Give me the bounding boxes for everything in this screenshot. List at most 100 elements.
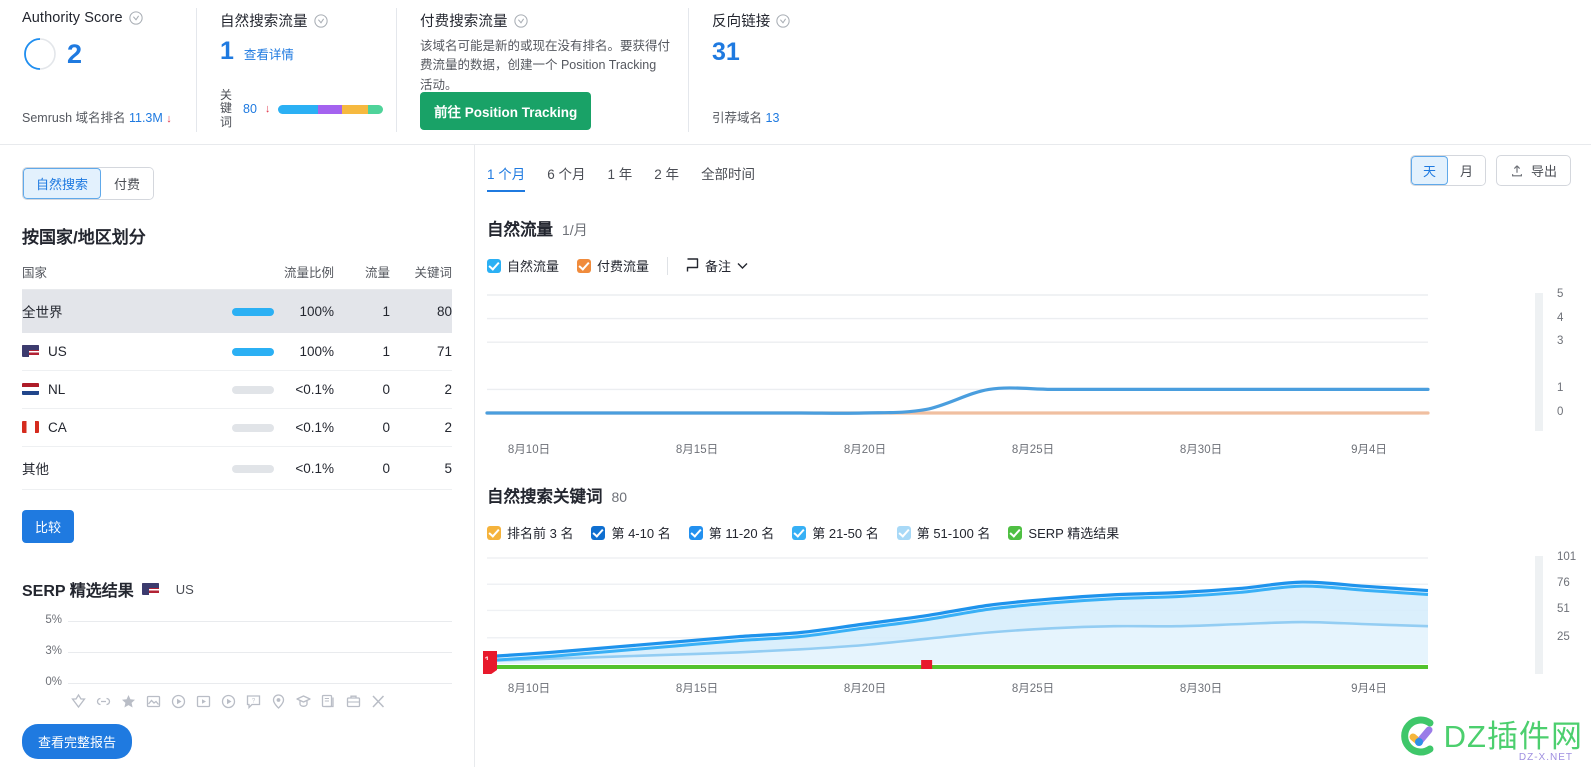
featured-video-icon[interactable] bbox=[220, 693, 237, 710]
legend-label: 第 4-10 名 bbox=[611, 526, 671, 541]
semrush-rank-value: 11.3M bbox=[128, 111, 163, 125]
country-name: NL bbox=[48, 382, 66, 397]
cell-traffic[interactable]: 0 bbox=[334, 408, 390, 447]
organic-traffic-details-link[interactable]: 查看详情 bbox=[244, 44, 294, 63]
period-tab-2[interactable]: 1 年 bbox=[608, 163, 633, 192]
info-icon[interactable] bbox=[776, 13, 791, 28]
legend-keyword-group-4[interactable]: 第 51-100 名 bbox=[896, 523, 990, 542]
checkbox-checked-icon[interactable] bbox=[487, 525, 501, 540]
cell-traffic[interactable]: 1 bbox=[334, 332, 390, 371]
trend-down-icon: ↓ bbox=[264, 103, 271, 116]
keywords-chart-svg: 1 bbox=[483, 557, 1429, 674]
checkbox-checked-icon[interactable] bbox=[487, 258, 501, 273]
checkbox-checked-icon[interactable] bbox=[896, 525, 911, 540]
checkbox-checked-icon[interactable] bbox=[792, 525, 807, 540]
x-tick: 9月4日 bbox=[1351, 683, 1387, 695]
table-row[interactable]: NL <0.1% 0 2 bbox=[22, 370, 452, 409]
referring-domains-label: 引荐域名 bbox=[712, 111, 763, 125]
left-panel: 自然搜索 付费 按国家/地区划分 国家 流量比例 流量 关键词 全世界 100%… bbox=[0, 145, 475, 767]
checkbox-checked-icon[interactable] bbox=[688, 525, 703, 540]
legend-organic-traffic[interactable]: 自然流量 bbox=[487, 256, 559, 275]
x-tick: 9月4日 bbox=[1351, 444, 1387, 456]
cell-share-bar bbox=[186, 408, 274, 447]
col-traffic-share[interactable]: 流量比例 bbox=[186, 262, 334, 290]
featured-snippet-icon[interactable] bbox=[70, 693, 87, 710]
paid-traffic-card: 付费搜索流量 该域名可能是新的或现在没有排名。要获得付 费流量的数据，创建一个 … bbox=[396, 0, 688, 144]
col-keywords[interactable]: 关键词 bbox=[390, 262, 452, 290]
country-distribution-table: 国家 流量比例 流量 关键词 全世界 100% 1 80 US 100% 1 71… bbox=[22, 262, 452, 490]
col-traffic[interactable]: 流量 bbox=[334, 262, 390, 290]
granularity-month[interactable]: 月 bbox=[1447, 156, 1485, 185]
toggle-paid[interactable]: 付费 bbox=[101, 168, 154, 199]
local-pack-icon[interactable] bbox=[270, 693, 287, 710]
legend-keyword-group-1[interactable]: 第 4-10 名 bbox=[591, 523, 671, 542]
notes-label: 备注 bbox=[705, 259, 732, 274]
knowledge-panel-icon[interactable] bbox=[295, 693, 312, 710]
checkbox-checked-icon[interactable] bbox=[577, 258, 592, 273]
faq-icon[interactable]: ? bbox=[245, 693, 262, 710]
reviews-icon[interactable] bbox=[120, 693, 137, 710]
cell-traffic[interactable]: 0 bbox=[334, 370, 390, 409]
authority-score-label: Authority Score bbox=[22, 10, 123, 26]
serp-feature-icons: ? bbox=[22, 693, 452, 710]
y-tick: 4 bbox=[1557, 311, 1564, 324]
image-pack-icon[interactable] bbox=[145, 693, 162, 710]
position-tracking-button[interactable]: 前往 Position Tracking bbox=[420, 92, 592, 130]
period-tab-3[interactable]: 2 年 bbox=[654, 163, 679, 192]
legend-paid-label: 付费流量 bbox=[597, 259, 650, 274]
legend-keyword-group-3[interactable]: 第 21-50 名 bbox=[792, 523, 879, 542]
info-icon[interactable] bbox=[128, 11, 143, 25]
legend-keyword-group-5[interactable]: SERP 精选结果 bbox=[1008, 523, 1119, 542]
legend-paid-traffic[interactable]: 付费流量 bbox=[577, 256, 649, 275]
cell-country: 其他 bbox=[22, 446, 186, 490]
info-icon[interactable] bbox=[513, 13, 528, 28]
table-row[interactable]: US 100% 1 71 bbox=[22, 332, 452, 371]
cell-share-bar bbox=[186, 446, 274, 490]
table-body: 全世界 100% 1 80 US 100% 1 71 NL <0.1% 0 2 CA … bbox=[22, 289, 452, 490]
cell-keywords[interactable]: 71 bbox=[390, 332, 452, 371]
checkbox-checked-icon[interactable] bbox=[591, 525, 606, 540]
y-tick: 5 bbox=[1557, 288, 1564, 300]
organic-keywords-chart[interactable]: 1 101 76 51 25 bbox=[475, 551, 1591, 674]
chart-scroll-track[interactable] bbox=[1535, 293, 1543, 431]
cell-keywords[interactable]: 2 bbox=[390, 370, 452, 409]
instant-answer-icon[interactable] bbox=[320, 693, 337, 710]
x-tick: 8月20日 bbox=[843, 444, 887, 456]
chart-scroll-track[interactable] bbox=[1535, 556, 1543, 674]
table-row[interactable]: CA <0.1% 0 2 bbox=[22, 408, 452, 447]
table-row[interactable]: 全世界 100% 1 80 bbox=[22, 289, 452, 333]
cell-keywords: 80 bbox=[390, 289, 452, 333]
legend-keyword-group-0[interactable]: 排名前 3 名 bbox=[487, 523, 573, 542]
organic-traffic-chart[interactable]: 5 4 3 1 0 bbox=[475, 285, 1591, 435]
keywords-chart-legend: 排名前 3 名 第 4-10 名 第 11-20 名 第 21-50 名 第 5… bbox=[475, 523, 1591, 542]
col-country[interactable]: 国家 bbox=[22, 262, 186, 290]
twitter-x-icon[interactable] bbox=[370, 693, 387, 710]
granularity-toggle[interactable]: 天 月 bbox=[1409, 155, 1486, 186]
period-tab-1[interactable]: 6 个月 bbox=[547, 163, 585, 192]
country-name: CA bbox=[48, 420, 67, 435]
period-tab-0[interactable]: 1 个月 bbox=[487, 163, 526, 192]
info-icon[interactable] bbox=[313, 13, 328, 28]
keywords-chart-y-axis: 101 76 51 25 bbox=[1545, 551, 1591, 674]
serp-title-text: SERP 精选结果 bbox=[22, 583, 134, 600]
toggle-organic[interactable]: 自然搜索 bbox=[23, 168, 102, 199]
legend-keyword-group-2[interactable]: 第 11-20 名 bbox=[688, 523, 774, 542]
table-row[interactable]: 其他 <0.1% 0 5 bbox=[22, 446, 452, 490]
compare-button[interactable]: 比较 bbox=[22, 510, 75, 543]
traffic-type-toggle[interactable]: 自然搜索 付费 bbox=[22, 167, 155, 200]
serp-features-chart: 5% 3% 0% bbox=[22, 614, 452, 689]
export-button[interactable]: 导出 bbox=[1495, 155, 1571, 186]
share-bar bbox=[232, 348, 274, 357]
notes-dropdown[interactable]: 备注 bbox=[686, 256, 748, 275]
view-full-report-button[interactable]: 查看完整报告 bbox=[22, 724, 133, 759]
video-carousel-icon[interactable] bbox=[195, 693, 212, 710]
jobs-icon[interactable] bbox=[345, 693, 362, 710]
granularity-day[interactable]: 天 bbox=[1410, 156, 1448, 185]
legend-organic-label: 自然流量 bbox=[507, 259, 560, 274]
video-icon[interactable] bbox=[170, 693, 187, 710]
cell-keywords[interactable]: 2 bbox=[390, 408, 452, 447]
sitelinks-icon[interactable] bbox=[95, 693, 112, 710]
checkbox-checked-icon[interactable] bbox=[1008, 525, 1023, 540]
organic-traffic-chart-title: 自然流量 bbox=[487, 221, 553, 239]
period-tab-4[interactable]: 全部时间 bbox=[701, 163, 755, 192]
